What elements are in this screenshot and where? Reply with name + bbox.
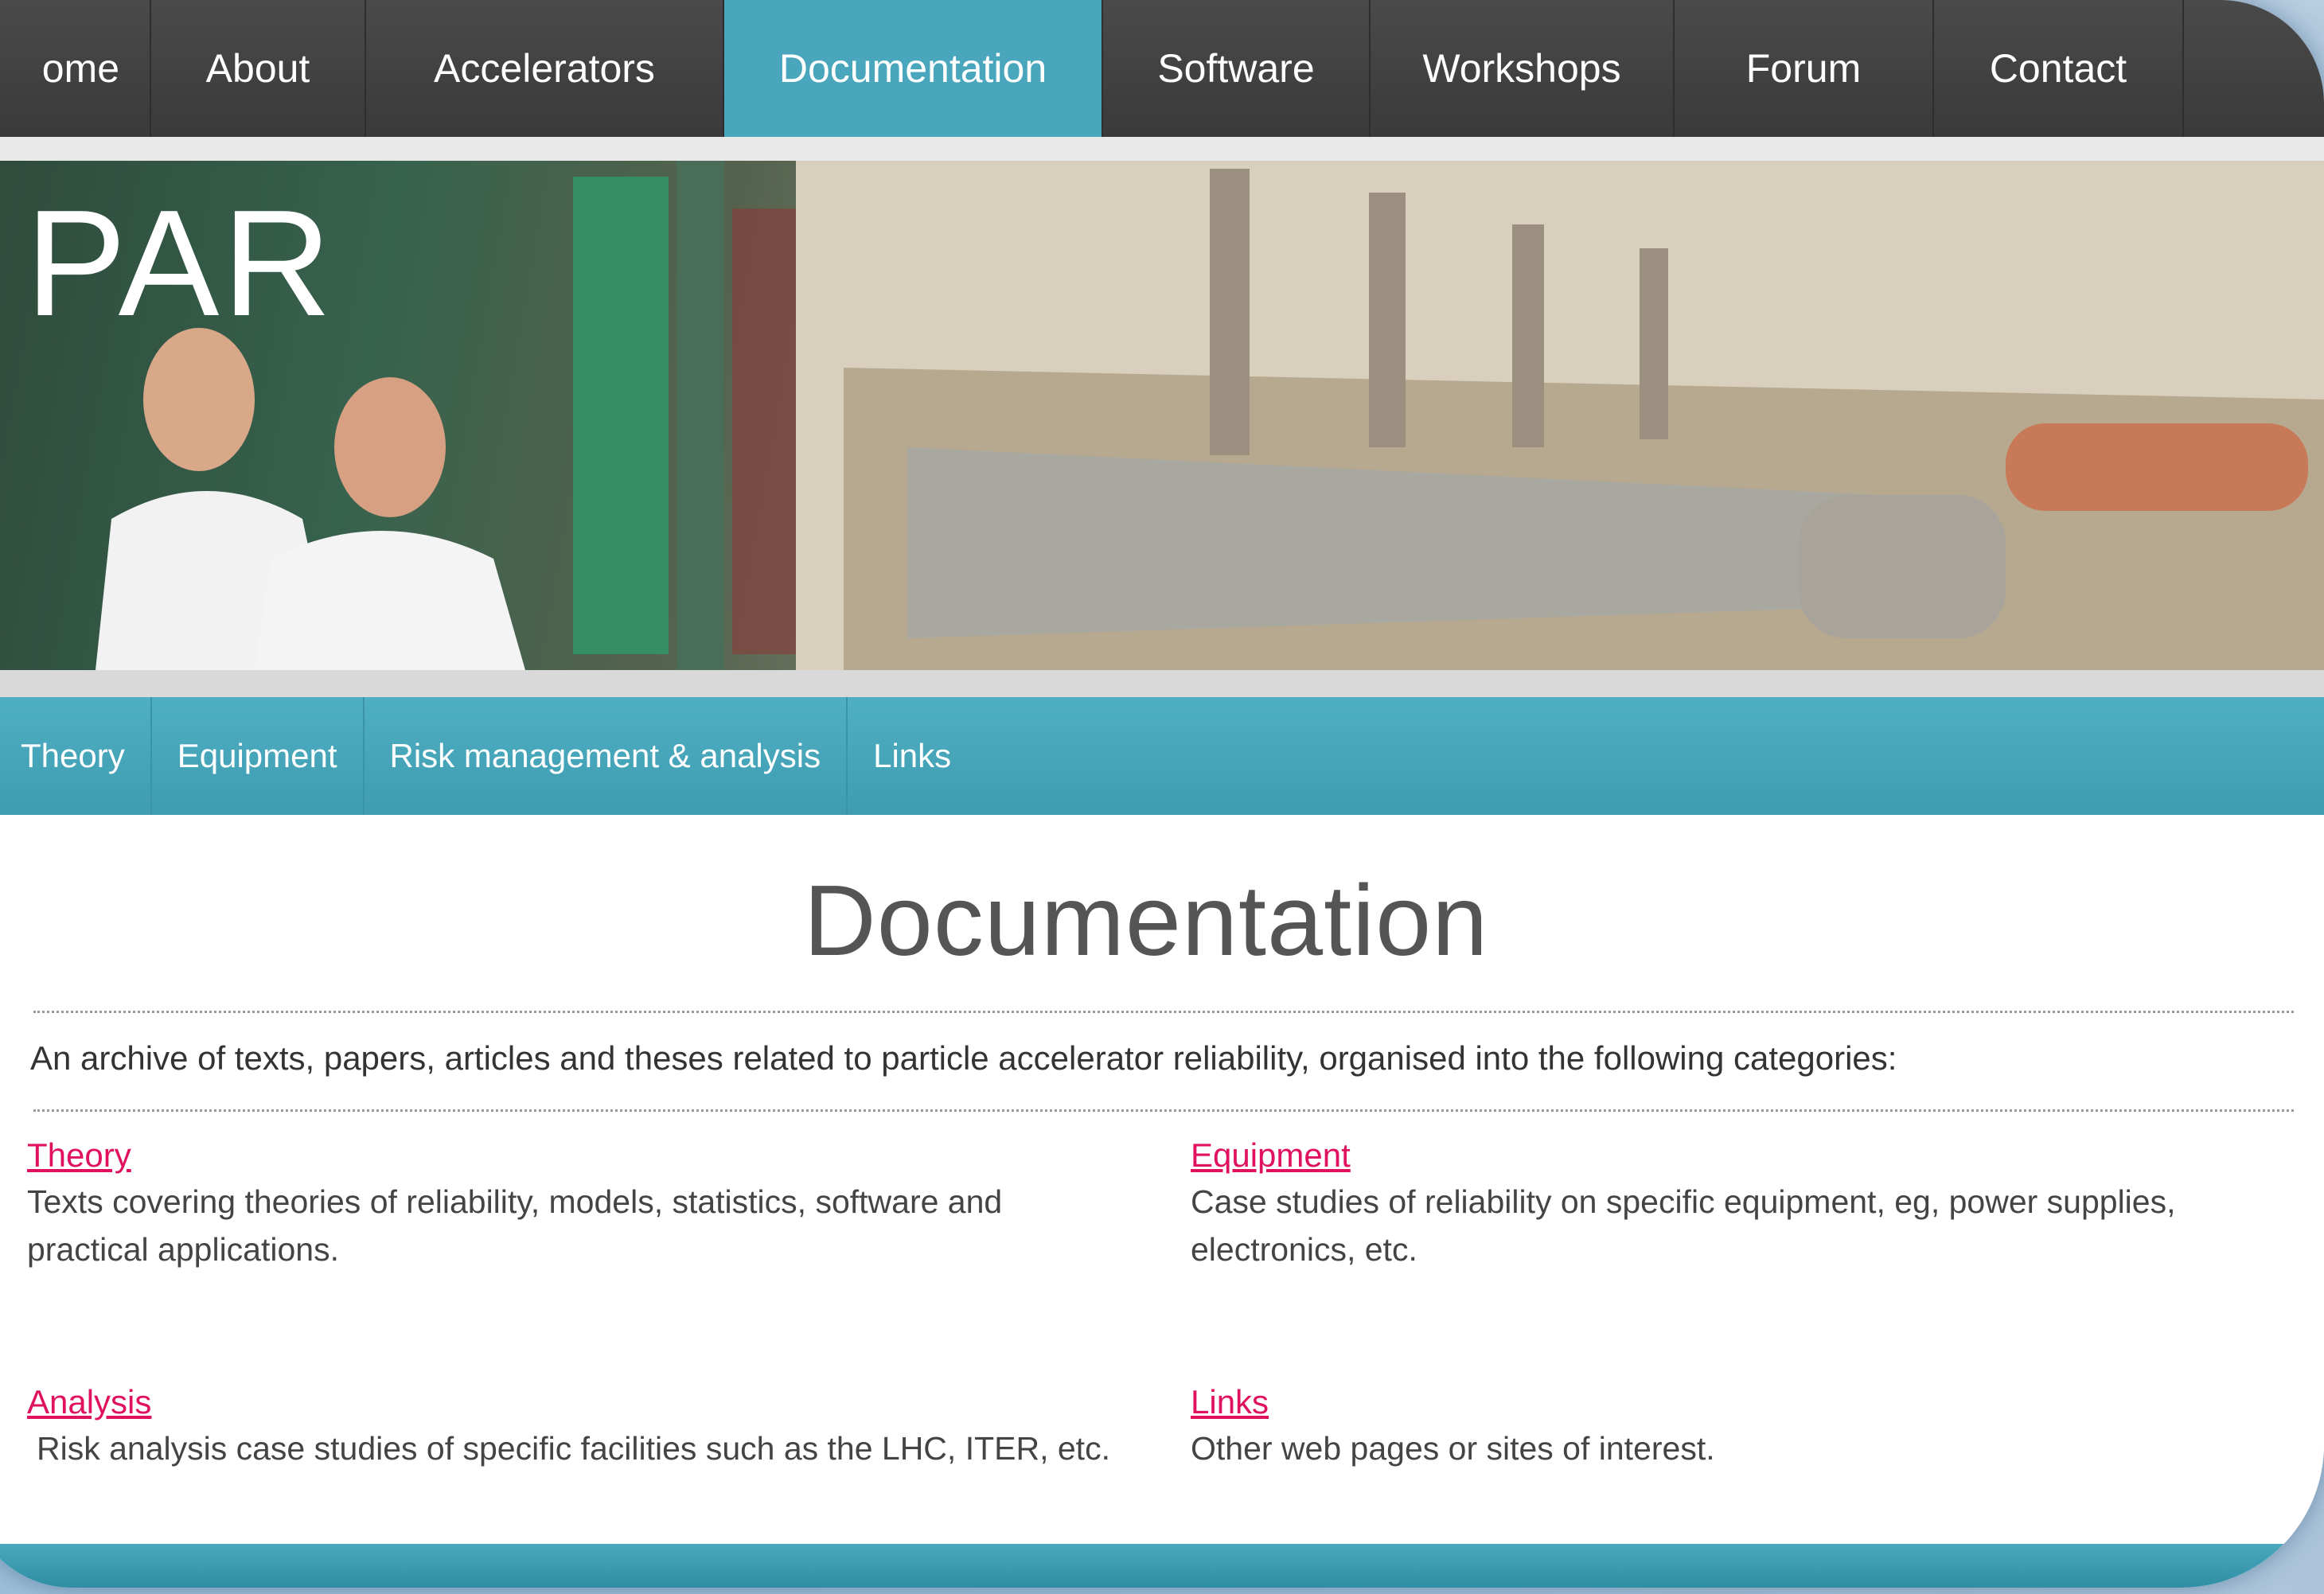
category-desc-theory: Texts covering theories of reliability, … [27,1183,1003,1268]
category-desc-equipment: Case studies of reliability on specific … [1191,1183,2176,1268]
site-logo[interactable]: PAR [25,177,335,350]
nav-workshops[interactable]: Workshops [1371,0,1675,137]
category-analysis: Analysis Risk analysis case studies of s… [27,1380,1125,1472]
main-content: Documentation An archive of texts, paper… [0,815,2324,1579]
header-banner: PAR [0,161,2324,670]
divider-bottom [33,1109,2294,1112]
category-equipment: Equipment Case studies of reliability on… [1191,1133,2289,1273]
intro-text: An archive of texts, papers, articles an… [30,1039,1897,1077]
category-desc-analysis: Risk analysis case studies of specific f… [37,1430,1110,1467]
nav-forum[interactable]: Forum [1675,0,1934,137]
main-nav: ome About Accelerators Documentation Sof… [0,0,2324,137]
nav-accelerators[interactable]: Accelerators [366,0,724,137]
subnav-theory[interactable]: Theory [0,697,152,815]
sub-nav: Theory Equipment Risk management & analy… [0,697,2324,815]
browser-page: ome About Accelerators Documentation Sof… [0,0,2324,1588]
category-link-equipment[interactable]: Equipment [1191,1133,2289,1178]
banner-divider [0,670,2324,697]
subnav-links[interactable]: Links [848,697,977,815]
category-link-analysis[interactable]: Analysis [27,1380,1125,1424]
category-desc-links: Other web pages or sites of interest. [1191,1430,1715,1467]
category-theory: Theory Texts covering theories of reliab… [27,1133,1125,1273]
nav-home[interactable]: ome [0,0,151,137]
nav-software[interactable]: Software [1103,0,1371,137]
divider-top [33,1011,2294,1013]
category-link-theory[interactable]: Theory [27,1133,1125,1178]
category-links: Links Other web pages or sites of intere… [1191,1380,2289,1472]
nav-separator [0,137,2324,161]
nav-documentation[interactable]: Documentation [724,0,1103,137]
nav-contact[interactable]: Contact [1934,0,2184,137]
subnav-risk-management[interactable]: Risk management & analysis [365,697,848,815]
nav-about[interactable]: About [151,0,366,137]
footer-bar [0,1544,2324,1588]
banner-photo [0,161,2324,670]
subnav-equipment[interactable]: Equipment [152,697,365,815]
page-title: Documentation [803,864,1489,976]
category-link-links[interactable]: Links [1191,1380,2289,1424]
